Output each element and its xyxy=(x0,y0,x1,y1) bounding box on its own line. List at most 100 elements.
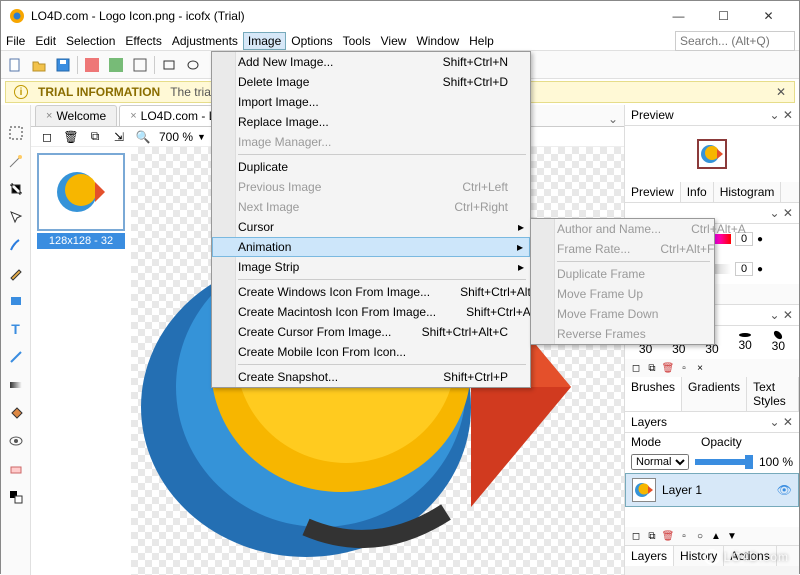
panel-collapse-icon[interactable]: ⌄ ✕ xyxy=(770,415,793,429)
brush-edit-icon[interactable]: ▫ xyxy=(677,361,691,375)
layer-merge-icon[interactable]: ▫ xyxy=(677,529,691,543)
rect-icon[interactable] xyxy=(159,55,179,75)
doc-delete-icon[interactable]: 🗑 xyxy=(61,127,81,147)
open-file-icon[interactable] xyxy=(29,55,49,75)
layer-copy-icon[interactable]: ⧉ xyxy=(645,529,659,543)
tool2-icon[interactable] xyxy=(106,55,126,75)
layer-trash-icon[interactable]: 🗑 xyxy=(661,529,675,543)
doc-copy-icon[interactable]: ⧉ xyxy=(85,127,105,147)
line-tool-icon[interactable] xyxy=(6,347,26,367)
menu-options[interactable]: Options xyxy=(286,32,337,50)
close-icon[interactable]: × xyxy=(46,110,52,122)
brush-preset[interactable]: 30 xyxy=(733,333,757,352)
zoom-dropdown-icon[interactable]: ▼ xyxy=(197,132,206,142)
menu-item[interactable]: Delete ImageShift+Ctrl+D xyxy=(212,72,530,92)
brush-tab-gradients[interactable]: Gradients xyxy=(682,377,747,411)
app-icon xyxy=(9,8,25,24)
panel-collapse-icon[interactable]: ⌄ ✕ xyxy=(770,206,793,220)
close-icon[interactable]: × xyxy=(130,110,136,122)
doc-import-icon[interactable]: ⇲ xyxy=(109,127,129,147)
panel-collapse-icon[interactable]: ⌄ ✕ xyxy=(770,108,793,122)
arrow-tool-icon[interactable] xyxy=(6,207,26,227)
layers-opacity-label: Opacity xyxy=(701,435,742,449)
panel-collapse-icon[interactable]: ⌄ ✕ xyxy=(770,308,793,322)
wand-tool-icon[interactable] xyxy=(6,151,26,171)
menu-view[interactable]: View xyxy=(376,32,412,50)
tab-welcome[interactable]: × Welcome xyxy=(35,105,117,126)
menu-item[interactable]: Create Snapshot...Shift+Ctrl+P xyxy=(212,367,530,387)
brush-tab-textstyles[interactable]: Text Styles xyxy=(747,377,799,411)
zoom-icon[interactable]: 🔍 xyxy=(133,127,153,147)
ellipse-icon[interactable] xyxy=(183,55,203,75)
preview-tab-histogram[interactable]: Histogram xyxy=(714,182,782,202)
brush-preset[interactable]: 30 xyxy=(766,332,790,353)
eye-tool-icon[interactable] xyxy=(6,431,26,451)
save-icon[interactable] xyxy=(53,55,73,75)
text-tool-icon[interactable]: T xyxy=(6,319,26,339)
swap-colors-icon[interactable] xyxy=(6,487,26,507)
search-input[interactable] xyxy=(675,31,795,51)
layer-new-icon[interactable]: ◻ xyxy=(629,529,643,543)
menu-item[interactable]: Create Macintosh Icon From Image...Shift… xyxy=(212,302,530,322)
doc-new-icon[interactable]: ◻ xyxy=(37,127,57,147)
minimize-button[interactable]: ― xyxy=(656,1,701,31)
menu-tools[interactable]: Tools xyxy=(338,32,376,50)
gradient-tool-icon[interactable] xyxy=(6,375,26,395)
menu-item[interactable]: Image Strip▸ xyxy=(212,257,530,277)
new-file-icon[interactable] xyxy=(5,55,25,75)
menu-image[interactable]: Image xyxy=(243,32,286,50)
layer-mask-icon[interactable]: ○ xyxy=(693,529,707,543)
layers-mode-label: Mode xyxy=(631,435,661,449)
tool3-icon[interactable] xyxy=(130,55,150,75)
shape-tool-icon[interactable] xyxy=(6,291,26,311)
menu-item[interactable]: Duplicate xyxy=(212,157,530,177)
bottom-tab-layers[interactable]: Layers xyxy=(625,546,674,566)
image-thumbnail[interactable] xyxy=(37,153,125,231)
visibility-icon[interactable]: 👁 xyxy=(777,483,792,497)
tool1-icon[interactable] xyxy=(82,55,102,75)
menu-item[interactable]: Create Mobile Icon From Icon... xyxy=(212,342,530,362)
crop-tool-icon[interactable] xyxy=(6,179,26,199)
close-window-button[interactable]: ✕ xyxy=(746,1,791,31)
brush-copy-icon[interactable]: ⧉ xyxy=(645,361,659,375)
menu-edit[interactable]: Edit xyxy=(30,32,61,50)
menu-item[interactable]: Import Image... xyxy=(212,92,530,112)
opacity-slider[interactable] xyxy=(695,459,753,465)
preview-tab-info[interactable]: Info xyxy=(681,182,714,202)
menu-help[interactable]: Help xyxy=(464,32,499,50)
left-toolbox: T xyxy=(1,105,31,575)
menu-adjustments[interactable]: Adjustments xyxy=(167,32,243,50)
brush-tool-icon[interactable] xyxy=(6,235,26,255)
image-list-panel: 128x128 - 32 xyxy=(31,147,131,575)
channel-value[interactable]: 0 xyxy=(735,262,753,276)
maximize-button[interactable]: ☐ xyxy=(701,1,746,31)
menu-item[interactable]: Create Windows Icon From Image...Shift+C… xyxy=(212,282,530,302)
layers-mode-select[interactable]: Normal xyxy=(631,454,689,470)
layer-down-icon[interactable]: ▼ xyxy=(725,529,739,543)
brush-close-icon[interactable]: × xyxy=(693,361,707,375)
brush-trash-icon[interactable]: 🗑 xyxy=(661,361,675,375)
menu-window[interactable]: Window xyxy=(411,32,464,50)
brush-new-icon[interactable]: ◻ xyxy=(629,361,643,375)
submenu-item: Frame Rate...Ctrl+Alt+F xyxy=(531,239,714,259)
layer-item[interactable]: Layer 1 👁 xyxy=(625,473,799,507)
tabs-overflow-icon[interactable]: ⌄ xyxy=(608,112,618,126)
menu-effects[interactable]: Effects xyxy=(120,32,166,50)
layer-up-icon[interactable]: ▲ xyxy=(709,529,723,543)
eraser-tool-icon[interactable] xyxy=(6,459,26,479)
bucket-tool-icon[interactable] xyxy=(6,403,26,423)
menu-selection[interactable]: Selection xyxy=(61,32,120,50)
menu-item[interactable]: Add New Image...Shift+Ctrl+N xyxy=(212,52,530,72)
pencil-tool-icon[interactable] xyxy=(6,263,26,283)
menu-item[interactable]: Animation▸ xyxy=(212,237,530,257)
menu-item[interactable]: Cursor▸ xyxy=(212,217,530,237)
menubar: File Edit Selection Effects Adjustments … xyxy=(1,31,799,51)
menu-file[interactable]: File xyxy=(1,32,30,50)
submenu-item: Duplicate Frame xyxy=(531,264,714,284)
menu-item[interactable]: Replace Image... xyxy=(212,112,530,132)
brush-tab-brushes[interactable]: Brushes xyxy=(625,377,682,411)
trial-close-icon[interactable]: ✕ xyxy=(776,85,786,99)
marquee-tool-icon[interactable] xyxy=(6,123,26,143)
preview-tab-preview[interactable]: Preview xyxy=(625,182,681,202)
menu-item[interactable]: Create Cursor From Image...Shift+Ctrl+Al… xyxy=(212,322,530,342)
